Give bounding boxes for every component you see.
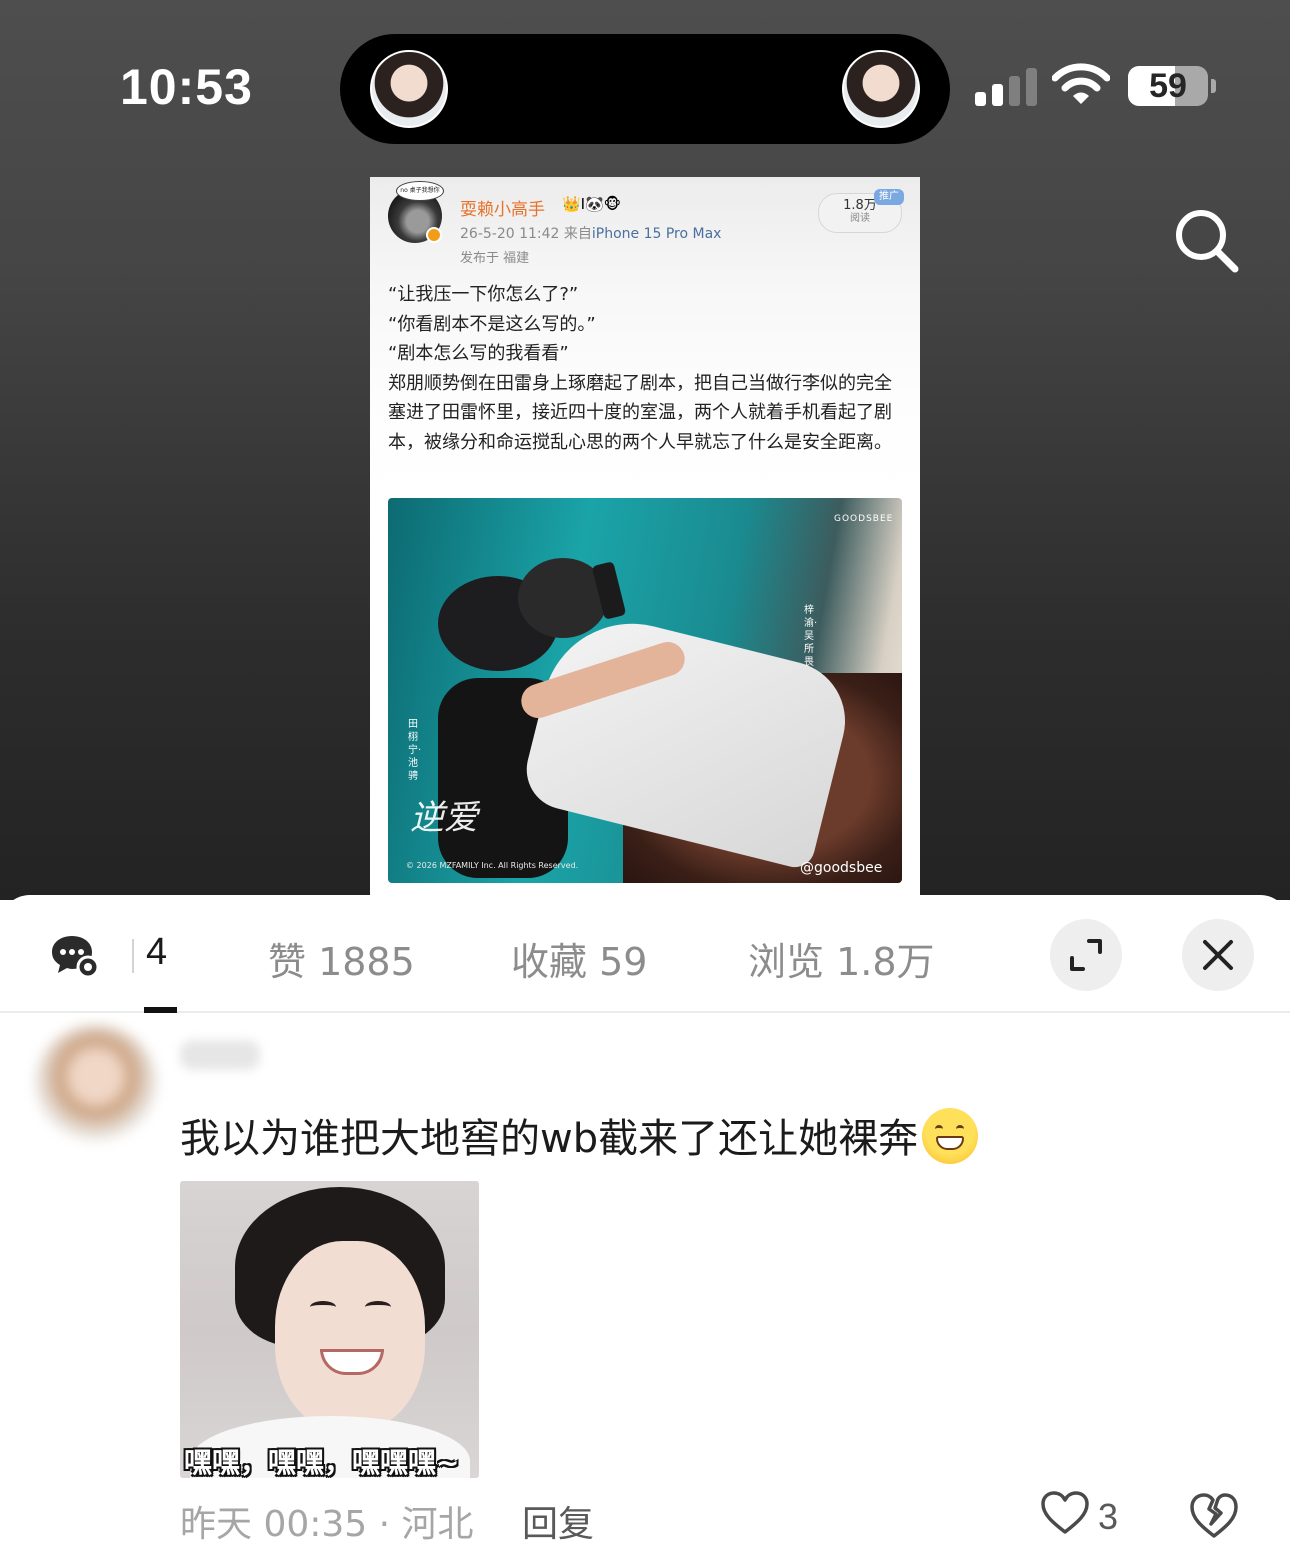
photo-logo: 逆爱 bbox=[410, 798, 478, 838]
photo-copyright: © 2026 MZFAMILY Inc. All Rights Reserved… bbox=[406, 861, 579, 870]
post-device: iPhone 15 Pro Max bbox=[591, 226, 722, 242]
post-line: “你看剧本不是这么写的。” bbox=[388, 313, 596, 335]
tab-favorites[interactable]: 收藏 59 bbox=[511, 931, 647, 986]
read-label: 阅读 bbox=[850, 213, 870, 224]
battery-percent: 59 bbox=[1149, 67, 1187, 105]
post-meta: 26-5-20 11:42 来自iPhone 15 Pro Max bbox=[460, 223, 721, 243]
post-screenshot[interactable]: no 桌子我想你 耍赖小高手 👑I🐼🐵 26-5-20 11:42 来自iPho… bbox=[370, 177, 920, 900]
dynamic-island bbox=[340, 34, 950, 144]
like-count: 3 bbox=[1098, 1496, 1119, 1537]
photo-handle: @goodsbee bbox=[800, 860, 883, 876]
like-button[interactable]: 3 bbox=[1040, 1490, 1118, 1540]
battery-nub bbox=[1211, 79, 1216, 93]
active-tab-indicator bbox=[144, 1007, 177, 1013]
post-source-prefix: 来自 bbox=[563, 226, 592, 242]
battery-icon: 59 bbox=[1128, 66, 1208, 106]
close-button[interactable] bbox=[1182, 919, 1254, 991]
search-icon[interactable] bbox=[1172, 206, 1242, 276]
post-date: 26-5-20 11:42 bbox=[460, 226, 560, 242]
grin-emoji-icon bbox=[922, 1108, 979, 1164]
wifi-icon bbox=[1052, 63, 1110, 104]
cellular-signal-icon bbox=[975, 66, 1039, 106]
comment-body: 我以为谁把大地窖的wb截来了还让她裸奔 bbox=[180, 1116, 919, 1162]
sticker-caption: 嘿嘿，嘿嘿，嘿嘿嘿~ bbox=[184, 1446, 460, 1478]
photo-brand: GOODSBEE bbox=[834, 514, 894, 524]
expand-icon bbox=[1070, 939, 1102, 971]
sticker-eye bbox=[365, 1301, 391, 1313]
post-line: “让我压一下你怎么了?” bbox=[388, 284, 579, 305]
avatar-speech-bubble: no 桌子我想你 bbox=[396, 181, 444, 201]
island-avatar-right bbox=[842, 50, 920, 128]
author-badges: 👑I🐼🐵 bbox=[562, 195, 622, 213]
reply-button[interactable]: 回复 bbox=[522, 1495, 594, 1547]
post-line: 郑朋顺势倒在田雷身上琢磨起了剧本，把自己当做行李似的完全塞进了田雷怀里，接近四十… bbox=[388, 372, 892, 453]
media-viewer-background: 10:53 59 no 桌子我想你 耍赖小高手 👑I🐼🐵 26-5-20 11:… bbox=[0, 0, 1290, 900]
close-icon bbox=[1203, 940, 1233, 970]
comment-text: 我以为谁把大地窖的wb截来了还让她裸奔 bbox=[180, 1106, 979, 1164]
sticker-face bbox=[275, 1241, 425, 1431]
verified-badge-icon bbox=[426, 227, 442, 243]
tab-views[interactable]: 浏览 1.8万 bbox=[748, 931, 935, 986]
heart-icon bbox=[1041, 1491, 1089, 1534]
sheet-tabbar: 4 赞 1885 收藏 59 浏览 1.8万 bbox=[0, 895, 1290, 1013]
comment-settings-icon[interactable] bbox=[50, 933, 100, 979]
post-line: “剧本怎么写的我看看” bbox=[388, 343, 569, 364]
photo-cast-right: 梓渝·吴所畏 bbox=[804, 605, 818, 668]
status-time: 10:53 bbox=[120, 59, 253, 115]
promo-tag: 推广 bbox=[874, 189, 904, 205]
tab-comments[interactable]: 4 bbox=[146, 931, 167, 974]
comment-sticker-image[interactable]: 嘿嘿，嘿嘿，嘿嘿嘿~ bbox=[180, 1181, 479, 1478]
expand-button[interactable] bbox=[1050, 919, 1122, 991]
post-author-name: 耍赖小高手 bbox=[460, 200, 545, 220]
post-location: 发布于 福建 bbox=[460, 251, 530, 266]
commenter-avatar[interactable] bbox=[35, 1025, 157, 1140]
comment-meta: 昨天 00:35 · 河北 bbox=[180, 1504, 474, 1545]
tab-divider bbox=[132, 939, 134, 973]
post-photo[interactable]: GOODSBEE 梓渝·吴所畏 田栩宁·池骋 逆爱 © 2026 MZFAMIL… bbox=[388, 498, 902, 883]
post-body: “让我压一下你怎么了?” “你看剧本不是这么写的。” “剧本怎么写的我看看” 郑… bbox=[388, 280, 903, 457]
sticker-eye bbox=[310, 1301, 336, 1313]
broken-heart-icon[interactable] bbox=[1188, 1490, 1240, 1542]
island-avatar-left bbox=[370, 50, 448, 128]
tab-likes[interactable]: 赞 1885 bbox=[268, 931, 415, 986]
photo-cast-left: 田栩宁·池骋 bbox=[408, 719, 422, 782]
commenter-name-redacted bbox=[180, 1040, 260, 1070]
